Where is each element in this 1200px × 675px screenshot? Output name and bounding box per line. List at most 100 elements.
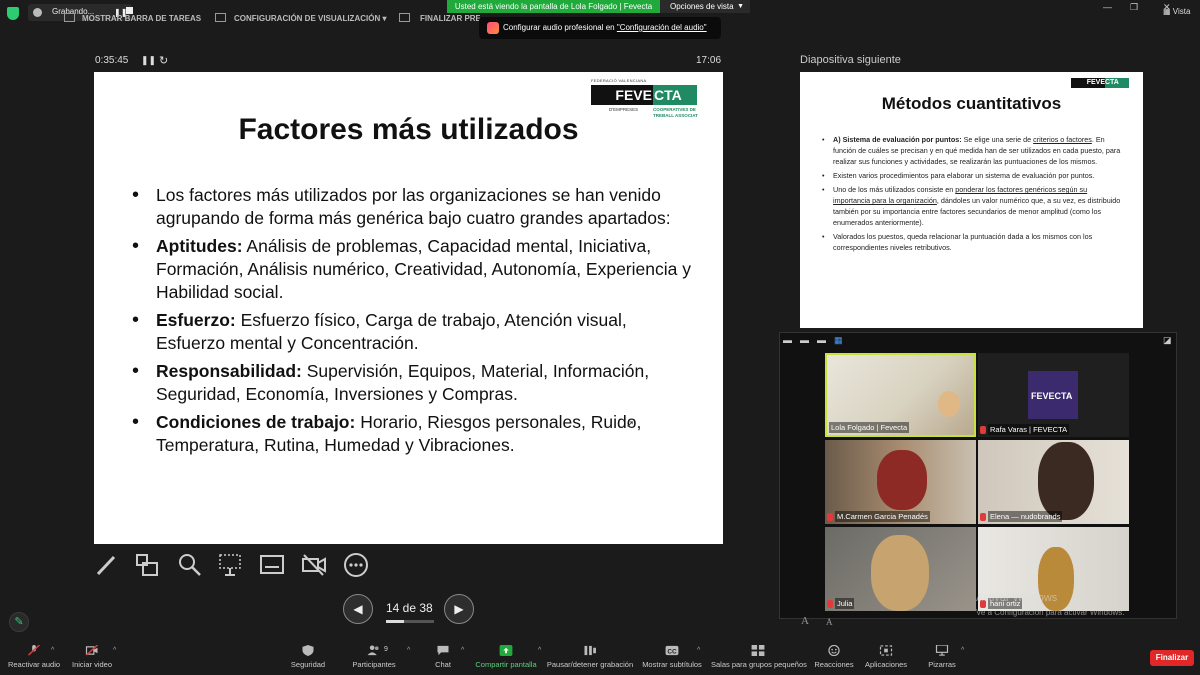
tooltip-label: Configurar audio profesional en bbox=[503, 23, 617, 32]
bullet-esfuerzo: Esfuerzo: Esfuerzo físico, Carga de trab… bbox=[130, 309, 700, 355]
next-slide-preview[interactable]: FEVE CTA Métodos cuantitativos A) Sistem… bbox=[800, 72, 1143, 328]
bullet-label: Responsabilidad: bbox=[156, 361, 302, 381]
unmute-audio-button[interactable]: Reactivar audio bbox=[4, 645, 64, 669]
whiteboards-chevron-icon[interactable]: ^ bbox=[961, 647, 964, 654]
chat-chevron-icon[interactable]: ^ bbox=[461, 647, 464, 654]
breakout-rooms-button[interactable]: Salas para grupos pequeños bbox=[711, 645, 807, 669]
apps-button[interactable]: Aplicaciones bbox=[863, 645, 909, 669]
participant-tile-mcarmen[interactable]: M.Carmen Garcia Penadés bbox=[825, 440, 976, 524]
audio-settings-icon bbox=[487, 22, 499, 34]
bullet-label: Condiciones de trabajo: bbox=[156, 412, 356, 432]
audio-settings-link[interactable]: "Configuración del audio" bbox=[617, 23, 707, 32]
share-screen-icon bbox=[499, 645, 513, 656]
show-taskbar-button[interactable]: MOSTRAR BARRA DE TAREAS bbox=[82, 14, 201, 23]
next-bullet-text: Existen varios procedimientos para elabo… bbox=[833, 171, 1095, 180]
audio-options-chevron-icon[interactable]: ^ bbox=[51, 647, 54, 654]
pen-tool-icon[interactable] bbox=[94, 552, 120, 578]
camera-off-icon[interactable] bbox=[301, 552, 327, 578]
participants-icon bbox=[367, 645, 379, 656]
toolbar-label: Participantes bbox=[352, 660, 396, 669]
fevecta-badge-text: FEVECTA bbox=[1031, 391, 1073, 401]
logo-top-text: FEDERACIÓ VALENCIANA bbox=[591, 78, 647, 83]
next-bullet: Existen varios procedimientos para elabo… bbox=[822, 170, 1122, 181]
elapsed-timer: 0:35:45 bbox=[95, 55, 129, 66]
windows-activation-subtext: Ve a Configuración para activar Windows. bbox=[976, 608, 1125, 617]
participant-tile-lola[interactable]: Lola Folgado | Fevecta bbox=[825, 353, 976, 437]
next-bullet-label: A) Sistema de evaluación por puntos: bbox=[833, 135, 962, 144]
next-bullet-underline: criterios o factores bbox=[1033, 135, 1092, 144]
bullet-intro-text: Los factores más utilizados por las orga… bbox=[156, 185, 671, 228]
bullet-condiciones: Condiciones de trabajo: Horario, Riesgos… bbox=[130, 411, 700, 457]
toolbar-label: Pizarras bbox=[928, 660, 956, 669]
hide-video-icon[interactable]: ▬ bbox=[800, 335, 809, 345]
participant-tile-rafa[interactable]: FEVECTA Rafa Varas | FEVECTA bbox=[978, 353, 1129, 437]
participants-chevron-icon[interactable]: ^ bbox=[407, 647, 410, 654]
current-slide: FEDERACIÓ VALENCIANA FEVE CTA D'EMPRESES… bbox=[94, 72, 723, 544]
next-bullet: Uno de los más utilizados consiste en po… bbox=[822, 184, 1122, 228]
toolbar-label: Reactivar audio bbox=[7, 660, 61, 669]
increase-font-icon[interactable]: A bbox=[801, 615, 809, 627]
toolbar-label: Iniciar video bbox=[71, 660, 113, 669]
muted-mic-icon bbox=[980, 426, 986, 434]
toolbar-label: Compartir pantalla bbox=[475, 660, 537, 669]
video-options-chevron-icon[interactable]: ^ bbox=[113, 647, 116, 654]
security-button[interactable]: Seguridad bbox=[288, 645, 328, 669]
view-options-button[interactable]: Opciones de vista ▼ bbox=[660, 0, 750, 13]
participants-button[interactable]: Participantes bbox=[348, 645, 400, 669]
slides-grid-icon[interactable] bbox=[134, 552, 160, 578]
speaker-view-icon[interactable]: ▬ bbox=[817, 335, 826, 345]
recording-stop-icon[interactable] bbox=[126, 7, 133, 14]
reset-timer-icon[interactable]: ↻ bbox=[159, 54, 168, 67]
bullet-responsabilidad: Responsabilidad: Supervisión, Equipos, M… bbox=[130, 360, 700, 406]
security-shield-icon[interactable] bbox=[7, 7, 19, 20]
decrease-font-icon[interactable]: A bbox=[826, 617, 833, 627]
display-settings-icon bbox=[215, 13, 226, 22]
participant-avatar bbox=[938, 391, 960, 417]
recording-dot-icon bbox=[33, 8, 42, 17]
gallery-view-icon[interactable]: ▦ bbox=[834, 335, 843, 346]
previous-slide-button[interactable]: ◀ bbox=[343, 594, 373, 624]
zoom-icon[interactable] bbox=[177, 552, 203, 578]
pause-recording-button[interactable]: Pausar/detener grabación bbox=[546, 645, 634, 669]
subtitles-icon[interactable] bbox=[259, 552, 285, 578]
participant-name: Julia bbox=[835, 598, 855, 609]
reactions-button[interactable]: Reacciones bbox=[814, 645, 854, 669]
minimize-gallery-icon[interactable]: ▬ bbox=[783, 335, 792, 345]
participant-name: Lola Folgado | Fevecta bbox=[829, 422, 910, 433]
next-slide-button[interactable]: ▶ bbox=[444, 594, 474, 624]
end-presentation-button[interactable]: FINALIZAR PRESENTACIÓN bbox=[420, 14, 480, 23]
next-bullet-text: Valorados los puestos, queda relacionar … bbox=[833, 232, 1093, 252]
participant-avatar bbox=[871, 535, 929, 611]
mouse-cursor-icon: ➚ bbox=[626, 419, 635, 430]
shield-icon bbox=[302, 645, 314, 656]
windows-activation-watermark: Activar Windows bbox=[976, 592, 1058, 604]
pause-timer-icon[interactable]: ❚❚ bbox=[141, 55, 156, 66]
start-video-button[interactable]: Iniciar video bbox=[68, 645, 116, 669]
share-chevron-icon[interactable]: ^ bbox=[538, 647, 541, 654]
minimize-icon[interactable]: — bbox=[1103, 2, 1112, 12]
share-banner: Usted está viendo la pantalla de Lola Fo… bbox=[447, 0, 660, 13]
share-screen-button[interactable]: Compartir pantalla bbox=[472, 645, 540, 669]
subtitles-chevron-icon[interactable]: ^ bbox=[697, 647, 700, 654]
show-subtitles-button[interactable]: CC Mostrar subtítulos bbox=[641, 645, 703, 669]
chat-button[interactable]: Chat bbox=[428, 645, 458, 669]
laser-pointer-icon[interactable] bbox=[217, 552, 243, 578]
logo-right-text: CTA bbox=[653, 85, 697, 105]
taskbar-icon bbox=[64, 13, 75, 22]
slide-title: Factores más utilizados bbox=[238, 113, 579, 146]
video-off-icon bbox=[85, 645, 98, 656]
display-settings-button[interactable]: CONFIGURACIÓN DE VISUALIZACIÓN ▾ bbox=[234, 14, 386, 23]
muted-mic-icon bbox=[980, 513, 986, 521]
fullscreen-icon[interactable]: ◪ bbox=[1163, 335, 1172, 346]
participant-name: M.Carmen Garcia Penadés bbox=[835, 511, 930, 522]
more-options-icon[interactable] bbox=[343, 552, 369, 578]
participant-tile-julia[interactable]: Julia bbox=[825, 527, 976, 611]
restore-icon[interactable]: ❐ bbox=[1130, 2, 1138, 13]
annotate-fab-icon[interactable]: ✎ bbox=[9, 612, 29, 632]
whiteboards-button[interactable]: Pizarras bbox=[924, 645, 960, 669]
participant-tile-elena[interactable]: Elena — nudobrands bbox=[978, 440, 1129, 524]
view-button[interactable]: ▦ Vista bbox=[1163, 7, 1190, 16]
cc-icon: CC bbox=[665, 645, 679, 655]
end-meeting-button[interactable]: Finalizar bbox=[1150, 650, 1194, 666]
toolbar-label: Salas para grupos pequeños bbox=[711, 660, 807, 669]
